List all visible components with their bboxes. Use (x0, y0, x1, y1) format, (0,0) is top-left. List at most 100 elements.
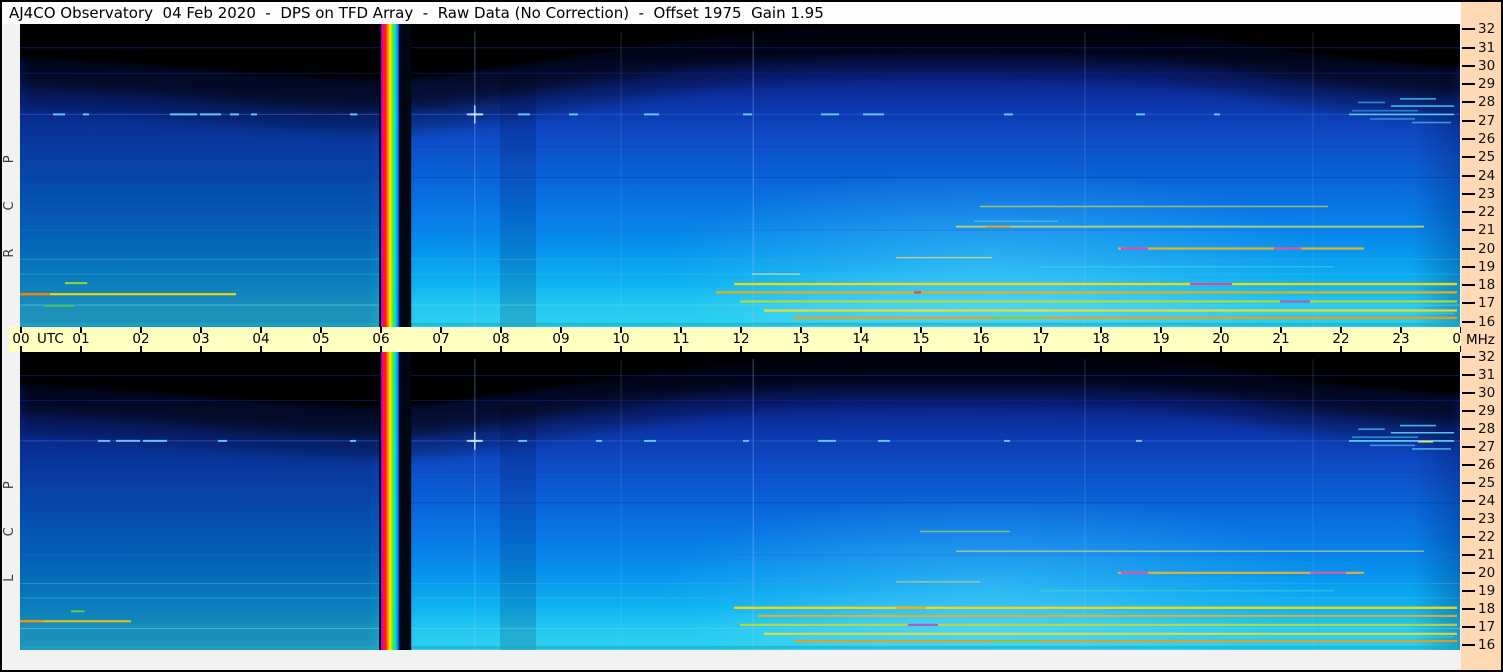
freq-tick (1462, 174, 1475, 177)
hour-label: 14 (852, 331, 870, 347)
hour-label: 21 (1272, 331, 1290, 347)
freq-tick (1462, 28, 1475, 31)
freq-tick (1462, 211, 1475, 213)
freq-label: 20 (1478, 564, 1496, 581)
freq-label: 29 (1478, 403, 1496, 420)
freq-tick (1462, 119, 1475, 122)
lcp-spectrogram-svg (20, 352, 1460, 650)
hour-label: 23 (1392, 331, 1410, 347)
hour-label: 01 (72, 331, 90, 347)
hour-label: 05 (312, 331, 330, 347)
freq-label: 30 (1478, 385, 1496, 402)
freq-label: 24 (1478, 493, 1496, 509)
freq-tick (1462, 571, 1475, 574)
freq-tick (1462, 156, 1475, 159)
freq-label: 18 (1478, 277, 1496, 294)
freq-tick (1462, 625, 1475, 628)
freq-label: 28 (1478, 421, 1496, 438)
hour-label: 19 (1152, 331, 1170, 347)
time-axis: UTC 00 01 02 03 04 05 06 07 08 09 10 11 12 13 14 15 16 17… (9, 327, 1470, 352)
freq-tick (1462, 83, 1475, 86)
freq-tick (1462, 101, 1475, 104)
freq-tick (1462, 247, 1475, 250)
freq-tick (1462, 517, 1475, 520)
hour-label: 00 (12, 331, 30, 347)
hour-label: 13 (792, 331, 810, 347)
freq-tick (1462, 229, 1475, 232)
freq-label: 27 (1478, 439, 1496, 456)
freq-label: 32 (1478, 21, 1496, 38)
window-frame: AJ4CO Observatory 04 Feb 2020 - DPS on T… (0, 0, 1503, 672)
freq-label: 32 (1478, 349, 1496, 366)
freq-label: 28 (1478, 94, 1496, 111)
freq-tick (1462, 392, 1475, 395)
freq-label: 31 (1478, 39, 1496, 56)
freq-tick (1462, 265, 1475, 268)
hour-label: 17 (1032, 331, 1050, 347)
hour-label: 11 (672, 331, 690, 347)
freq-label: 23 (1478, 185, 1496, 202)
freq-label: 25 (1478, 475, 1496, 492)
freq-label: 26 (1478, 457, 1496, 474)
hour-label: 16 (972, 331, 990, 347)
freq-label: 16 (1478, 313, 1496, 330)
freq-label: 31 (1478, 367, 1496, 384)
freq-tick (1462, 374, 1475, 377)
freq-tick (1462, 553, 1475, 556)
hour-label: 18 (1092, 331, 1110, 347)
freq-tick (1462, 64, 1475, 67)
title-bar: AJ4CO Observatory 04 Feb 2020 - DPS on T… (2, 2, 1461, 24)
hour-label: 15 (912, 331, 930, 347)
freq-label: 18 (1478, 600, 1496, 617)
freq-tick (1462, 320, 1475, 323)
freq-label: 20 (1478, 240, 1496, 257)
rcp-spectrogram (20, 24, 1460, 327)
freq-label: 19 (1478, 258, 1496, 275)
freq-label: 17 (1478, 618, 1496, 635)
freq-label: 25 (1478, 149, 1496, 166)
lcp-spectrogram (20, 352, 1460, 650)
freq-tick (1462, 137, 1475, 140)
freq-tick (1462, 607, 1475, 610)
freq-tick (1462, 482, 1475, 485)
freq-tick (1462, 356, 1475, 359)
hour-label: 10 (612, 331, 630, 347)
hour-label: 20 (1212, 331, 1230, 347)
freq-label: 22 (1478, 204, 1496, 220)
lcp-panel-label: L C P (2, 464, 17, 582)
freq-label: 23 (1478, 510, 1496, 527)
freq-tick (1462, 535, 1475, 538)
rcp-spectrogram-svg (20, 24, 1460, 327)
freq-tick (1462, 428, 1475, 431)
hour-label: 09 (552, 331, 570, 347)
freq-tick (1462, 589, 1475, 592)
hour-label: 08 (492, 331, 510, 347)
hour-label: 02 (132, 331, 150, 347)
hour-label: 12 (732, 331, 750, 347)
freq-tick (1462, 46, 1475, 49)
freq-tick (1462, 302, 1475, 305)
freq-label: 27 (1478, 112, 1496, 129)
freq-label: 21 (1478, 222, 1496, 239)
mhz-unit-label: MHz (1466, 332, 1495, 348)
hour-label: 07 (432, 331, 450, 347)
freq-tick (1462, 446, 1475, 449)
hour-label: 22 (1332, 331, 1350, 347)
freq-label: 16 (1478, 636, 1496, 653)
hour-label: 06 (372, 331, 390, 347)
freq-label: 22 (1478, 528, 1496, 545)
hour-label: 03 (192, 331, 210, 347)
freq-label: 21 (1478, 546, 1496, 563)
freq-label: 24 (1478, 167, 1496, 184)
freq-label: 19 (1478, 582, 1496, 599)
freq-tick (1462, 643, 1475, 646)
freq-tick (1462, 464, 1475, 467)
bottom-margin (2, 650, 1461, 670)
frequency-axis: MHz 32 31 30 29 28 27 26 25 24 23 22 21 20 19 18 17 16 32… (1461, 2, 1501, 670)
freq-tick (1462, 284, 1475, 287)
rcp-panel-label: R C P (2, 138, 17, 258)
freq-label: 29 (1478, 76, 1496, 93)
freq-tick (1462, 192, 1475, 195)
freq-label: 30 (1478, 57, 1496, 74)
freq-tick (1462, 500, 1475, 502)
